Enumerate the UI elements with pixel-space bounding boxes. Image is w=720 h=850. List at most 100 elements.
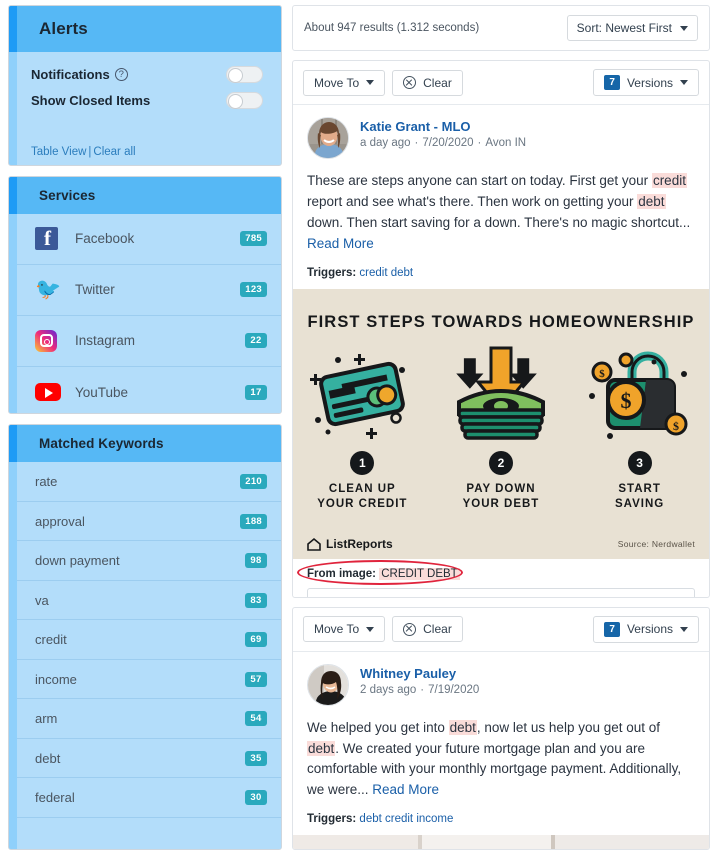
- versions-button[interactable]: 7 Versions: [593, 69, 699, 96]
- meta-dot: ·: [477, 137, 482, 149]
- sidebar-item-youtube[interactable]: YouTube 17: [17, 366, 281, 414]
- meta-dot: ·: [414, 137, 419, 149]
- close-circle-icon: [403, 76, 417, 89]
- service-label: Facebook: [75, 231, 135, 247]
- highlighted-keyword: debt: [448, 719, 477, 735]
- post-attachment-image[interactable]: [293, 835, 709, 849]
- post-submeta: 2 days ago · 7/19/2020: [360, 684, 695, 696]
- youtube-icon: [35, 383, 69, 402]
- avatar: [307, 663, 349, 706]
- alerts-panel-title: Alerts: [9, 6, 281, 52]
- service-label: Twitter: [75, 282, 115, 298]
- versions-label: Versions: [626, 622, 673, 637]
- keyword-count-badge: 35: [245, 750, 267, 766]
- read-more-link[interactable]: Read More: [372, 782, 439, 797]
- house-icon: [307, 537, 321, 551]
- chevron-down-icon: [366, 80, 375, 85]
- attachment-source: Source: Nerdwallet: [617, 538, 695, 549]
- keyword-count-badge: 188: [240, 513, 267, 529]
- triggers-label: Triggers:: [307, 266, 357, 279]
- read-more-link[interactable]: Read More: [307, 236, 374, 251]
- services-panel: Services Facebook 785 🐦 Twitter 123 Inst…: [8, 175, 282, 415]
- list-item[interactable]: federal 30: [17, 778, 281, 818]
- alerts-panel-body: Notifications ? Show Closed Items Table …: [9, 52, 281, 165]
- post-body: These are steps anyone can start on toda…: [293, 163, 709, 259]
- keyword-count-badge: 57: [245, 671, 267, 687]
- clear-all-link[interactable]: Clear all: [93, 146, 135, 158]
- matched-keywords-panel: Matched Keywords rate 210 approval 188 d…: [8, 424, 282, 850]
- question-mark-icon[interactable]: ?: [114, 68, 128, 81]
- main-panel: About 947 results (1.312 seconds) Sort: …: [292, 0, 720, 850]
- triggers-value: debt credit income: [359, 813, 454, 826]
- notifications-label-group: Notifications ?: [31, 67, 128, 82]
- avatar-image: [308, 118, 348, 158]
- keyword-label: rate: [35, 474, 58, 490]
- post-text: , now let us help you get out of: [476, 719, 661, 735]
- move-to-button[interactable]: Move To: [303, 616, 386, 643]
- step-number: 3: [627, 450, 652, 475]
- post-toolbar: Move To Clear 7 Versions: [293, 61, 709, 105]
- from-image-row: From image: CREDIT DEBT: [293, 559, 709, 585]
- post-text: report and see what's there. Then work o…: [307, 193, 638, 209]
- highlighted-keyword: debt: [637, 193, 666, 209]
- list-item[interactable]: arm 54: [17, 699, 281, 739]
- table-view-link[interactable]: Table View: [31, 146, 86, 158]
- post-header: Whitney Pauley 2 days ago · 7/19/2020: [293, 652, 709, 710]
- chevron-down-icon: [680, 80, 688, 85]
- keyword-label: approval: [35, 513, 85, 529]
- internal-note-input[interactable]: [307, 587, 695, 597]
- keyword-label: debt: [35, 750, 61, 766]
- highlighted-keyword: credit: [651, 173, 687, 188]
- keyword-count-badge: 30: [245, 790, 267, 806]
- move-to-button[interactable]: Move To: [303, 69, 386, 96]
- services-panel-title: Services: [9, 176, 281, 214]
- list-item[interactable]: income 57: [17, 659, 281, 700]
- from-image-keywords: CREDIT DEBT: [379, 567, 460, 580]
- post-author[interactable]: Whitney Pauley: [360, 666, 695, 681]
- listreports-brand: ListReports: [307, 537, 393, 551]
- service-count-badge: 785: [240, 231, 267, 247]
- from-image-label: From image:: [307, 567, 377, 580]
- keyword-label: arm: [35, 711, 58, 727]
- instagram-icon: [35, 329, 69, 352]
- post-attachment-image[interactable]: FIRST STEPS TOWARDS HOMEOWNERSHIP 1 CLEA…: [293, 288, 709, 559]
- meta-dot: ·: [420, 683, 425, 696]
- results-count-text: About 947 results (1.312 seconds): [304, 22, 480, 34]
- matched-keywords-panel-title: Matched Keywords: [9, 425, 281, 463]
- keyword-count-badge: 83: [245, 592, 267, 608]
- keyword-label: va: [35, 592, 49, 608]
- svg-text:$: $: [620, 388, 631, 413]
- clear-button[interactable]: Clear: [392, 69, 463, 96]
- versions-button[interactable]: 7 Versions: [593, 615, 699, 643]
- close-circle-icon: [403, 622, 417, 636]
- clear-button[interactable]: Clear: [392, 616, 463, 643]
- list-item[interactable]: approval 188: [17, 501, 281, 542]
- sidebar-item-facebook[interactable]: Facebook 785: [17, 213, 281, 265]
- avatar-image: [308, 664, 348, 705]
- post-author[interactable]: Katie Grant - MLO: [360, 119, 695, 134]
- post-card: Move To Clear 7 Versions: [292, 606, 710, 850]
- list-item[interactable]: down payment 98: [17, 541, 281, 581]
- sidebar-item-instagram[interactable]: Instagram 22: [17, 315, 281, 367]
- list-item[interactable]: credit 69: [17, 620, 281, 660]
- attachment-footer: ListReports Source: Nerdwallet: [293, 537, 709, 551]
- show-closed-items-label-group: Show Closed Items: [31, 93, 150, 108]
- chevron-down-icon: [680, 626, 688, 632]
- list-item-partial[interactable]: [17, 817, 281, 849]
- list-item[interactable]: debt 35: [17, 738, 281, 779]
- notifications-toggle[interactable]: [226, 66, 263, 83]
- keyword-count-badge: 210: [240, 474, 267, 490]
- list-item[interactable]: rate 210: [17, 462, 281, 502]
- show-closed-items-toggle[interactable]: [226, 92, 263, 109]
- service-label: Instagram: [75, 333, 136, 349]
- app-root: Alerts Notifications ? Show Closed Items: [0, 0, 720, 850]
- svg-text:$: $: [673, 419, 679, 433]
- clear-label: Clear: [423, 75, 452, 90]
- list-item[interactable]: va 83: [17, 580, 281, 621]
- post-triggers: Triggers: credit debt: [293, 259, 709, 289]
- sort-dropdown[interactable]: Sort: Newest First: [566, 15, 698, 41]
- svg-text:$: $: [599, 368, 605, 380]
- sidebar-item-twitter[interactable]: 🐦 Twitter 123: [17, 264, 281, 316]
- alerts-row-show-closed: Show Closed Items: [31, 92, 263, 109]
- step-caption: PAY DOWN YOUR DEBT: [462, 482, 540, 510]
